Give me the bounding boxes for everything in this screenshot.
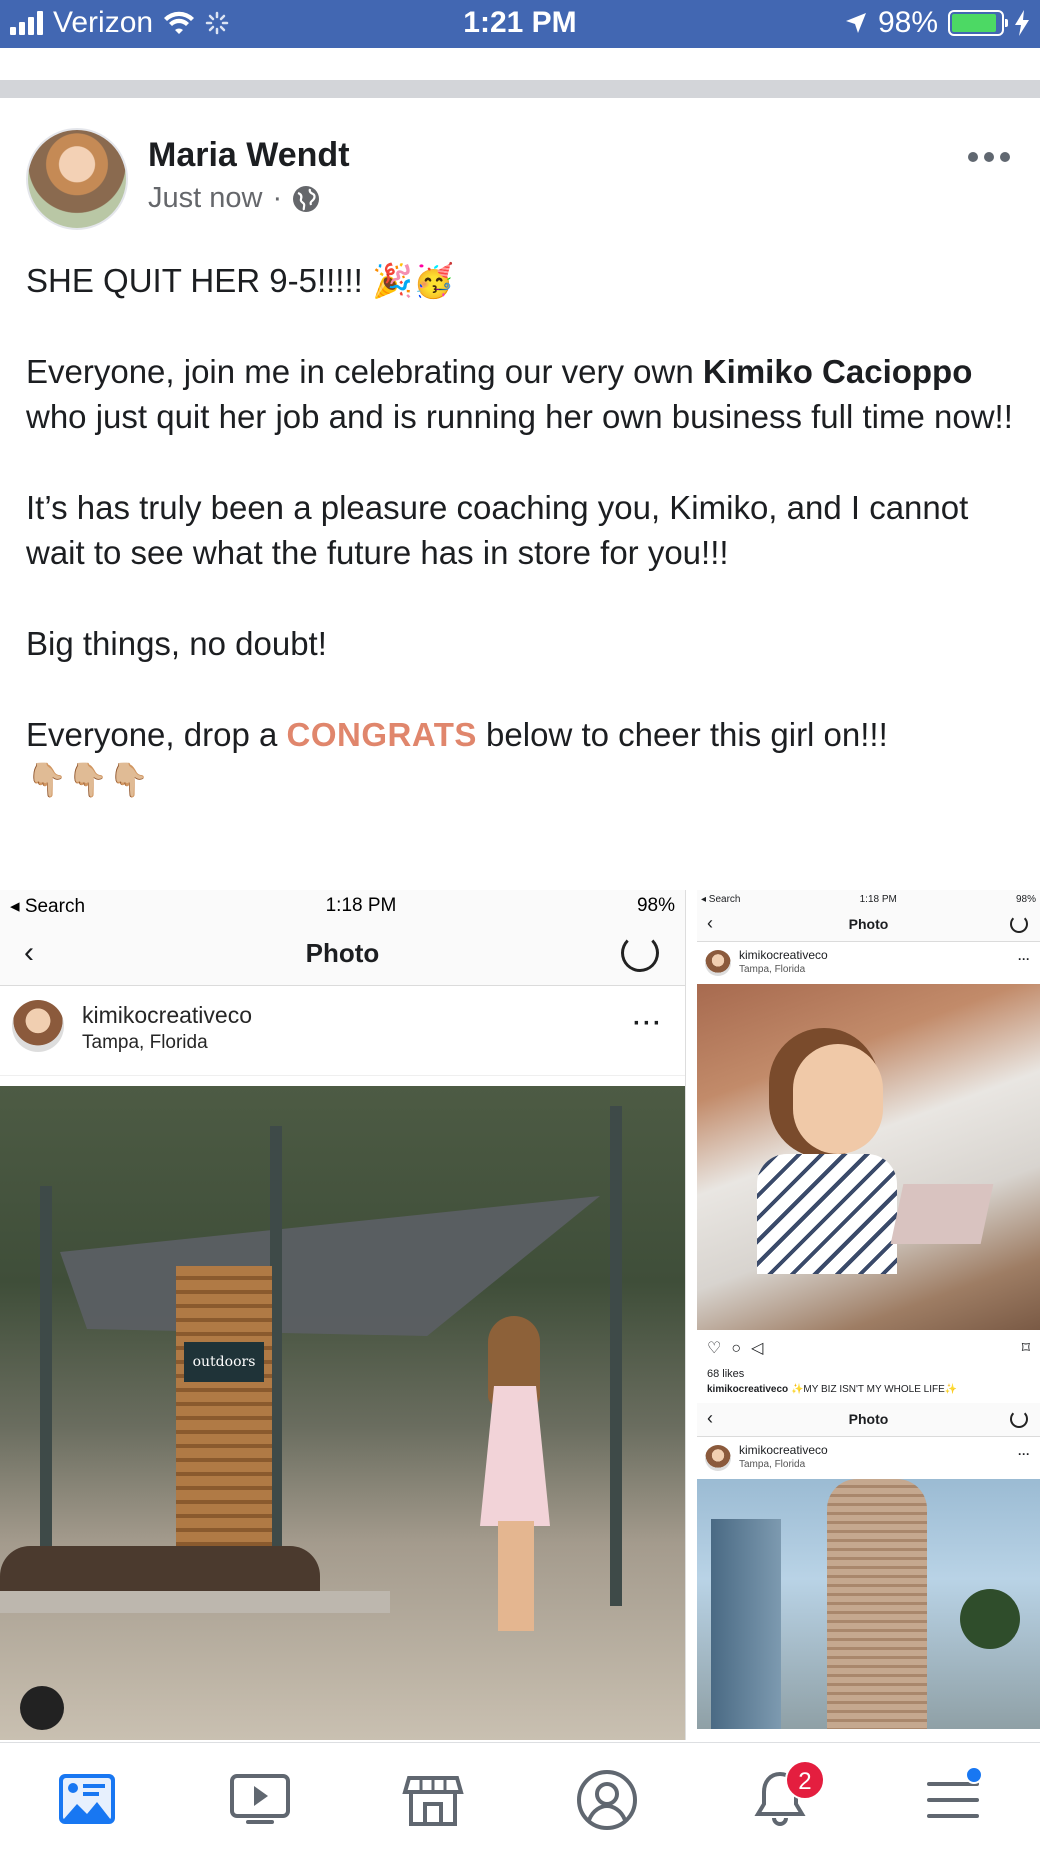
post-body: SHE QUIT HER 9-5!!!!! 🎉🥳 Everyone, join …	[26, 258, 1016, 802]
post-paragraph-3: Big things, no doubt!	[26, 625, 327, 662]
tab-marketplace[interactable]	[383, 1760, 483, 1840]
meta-separator: ·	[272, 182, 283, 214]
post-paragraph-4: Everyone, drop a CONGRATS below to cheer…	[26, 712, 1016, 802]
small-more-icon: ···	[1018, 952, 1030, 966]
small-nav-title-2: Photo	[848, 1411, 889, 1427]
globe-icon	[293, 185, 320, 212]
caption-text: ✨MY BIZ ISN'T MY WHOLE LIFE✨	[788, 1384, 958, 1395]
pointing-down-emoji-row: 👇🏼👇🏼👇🏼	[26, 761, 150, 798]
caption-user: kimikocreativeco	[707, 1384, 789, 1395]
small-status-time: 1:18 PM	[859, 893, 897, 905]
curb	[0, 1591, 390, 1613]
embedded-user-row-small-2: kimikocreativeco Tampa, Florida ···	[697, 1437, 1040, 1479]
caption: kimikocreativeco ✨MY BIZ ISN'T MY WHOLE …	[697, 1380, 1040, 1395]
post-paragraph-2: It’s has truly been a pleasure coaching …	[26, 489, 969, 571]
photo-side[interactable]: ◂ Search 1:18 PM 98% ‹ Photo kimikocreat…	[697, 890, 1040, 1740]
watch-icon	[229, 1773, 290, 1824]
top-spacer	[0, 48, 1040, 80]
post-paragraph-1: Everyone, join me in celebrating our ver…	[26, 349, 1016, 439]
embedded-status-time: 1:18 PM	[325, 895, 397, 916]
embedded-status-bar-small: ◂ Search 1:18 PM 98%	[697, 890, 1040, 908]
embedded-user-row-small: kimikocreativeco Tampa, Florida ···	[697, 942, 1040, 984]
notifications-badge: 2	[784, 1759, 825, 1800]
embedded-actions: ♡○◁ ⌑	[697, 1330, 1040, 1368]
outdoors-sign: outdoors	[176, 1266, 272, 1576]
small-location: Tampa, Florida	[739, 964, 806, 975]
battery-percent: 98%	[877, 6, 938, 39]
sign-label: outdoors	[184, 1342, 264, 1382]
text-fragment: below to cheer this girl on!!!	[476, 716, 888, 753]
refresh-icon	[621, 934, 659, 972]
small-avatar	[705, 1445, 731, 1471]
battery-icon	[948, 10, 1008, 36]
post-timestamp[interactable]: Just now	[148, 182, 262, 215]
congrats-highlight: CONGRATS	[286, 716, 477, 753]
tab-notifications[interactable]: 2	[730, 1759, 830, 1840]
tab-menu[interactable]	[903, 1760, 1003, 1840]
embedded-nav-bar: ‹ Photo	[0, 922, 685, 986]
small-status-battery: 98%	[1015, 893, 1036, 905]
embedded-username: kimikocreativeco	[82, 1002, 252, 1028]
small-status-left: ◂ Search	[701, 893, 741, 905]
embedded-status-bar: ◂ Search 1:18 PM 98%	[0, 890, 685, 922]
ios-status-bar: Verizon 1:21 PM 98%	[0, 0, 1040, 48]
laptop-photo	[697, 984, 1040, 1330]
post-photo-grid: ◂ Search 1:18 PM 98% ‹ Photo kimikocreat…	[0, 890, 1040, 1740]
status-right: 98%	[844, 6, 1030, 40]
woman-figure	[470, 1316, 560, 1636]
refresh-icon	[1010, 1410, 1028, 1428]
embedded-nav-small-2: ‹ Photo	[697, 1403, 1040, 1437]
small-avatar	[705, 950, 731, 976]
news-feed-icon	[58, 1773, 115, 1824]
text-fragment: Everyone, drop a	[26, 716, 287, 753]
small-more-icon: ···	[1018, 1447, 1030, 1461]
location-arrow-icon	[845, 13, 866, 33]
marketplace-icon	[402, 1775, 464, 1826]
post-options-button[interactable]	[968, 152, 1010, 162]
embedded-location: Tampa, Florida	[82, 1032, 208, 1053]
text-fragment: who just quit her job and is running her…	[26, 398, 1013, 435]
bottom-tab-bar: 2	[0, 1742, 1040, 1856]
author-name[interactable]: Maria Wendt	[148, 136, 350, 175]
tab-watch[interactable]	[210, 1760, 310, 1840]
post-meta: Just now ·	[148, 182, 320, 215]
author-avatar[interactable]	[26, 128, 128, 230]
profile-bubble-icon	[20, 1686, 64, 1730]
tab-profile[interactable]	[557, 1760, 657, 1840]
refresh-icon	[1010, 915, 1028, 933]
tab-news-feed[interactable]	[37, 1760, 137, 1840]
small-nav-title: Photo	[848, 916, 889, 932]
small-username-2: kimikocreativeco	[739, 1443, 828, 1457]
shade-pole	[610, 1106, 622, 1606]
embedded-nav-small: ‹ Photo	[697, 908, 1040, 942]
post-headline: SHE QUIT HER 9-5!!!!! 🎉🥳	[26, 262, 455, 299]
outdoor-photo: outdoors	[0, 1086, 685, 1740]
heart-comment-share-icons: ♡○◁	[707, 1340, 774, 1357]
bookmark-icon: ⌑	[1021, 1340, 1030, 1357]
embedded-avatar	[12, 1000, 64, 1052]
shade-pole	[40, 1186, 52, 1566]
shade-sail	[60, 1196, 600, 1336]
embedded-status-left: ◂ Search	[10, 895, 86, 917]
menu-new-dot	[965, 1765, 984, 1784]
text-fragment: Everyone, join me in celebrating our ver…	[26, 353, 703, 390]
small-location-2: Tampa, Florida	[739, 1459, 806, 1470]
charging-bolt-icon	[1015, 10, 1029, 36]
city-tower-photo	[697, 1479, 1040, 1729]
profile-icon	[576, 1769, 637, 1830]
embedded-nav-title: Photo	[305, 938, 380, 968]
embedded-more-icon: ···	[633, 1010, 663, 1037]
embedded-status-battery: 98%	[636, 895, 675, 916]
feed-divider	[0, 80, 1040, 98]
likes-count: 68 likes	[707, 1368, 745, 1380]
tagged-name[interactable]: Kimiko Cacioppo	[703, 353, 973, 390]
photo-main[interactable]: ◂ Search 1:18 PM 98% ‹ Photo kimikocreat…	[0, 890, 686, 1740]
small-username: kimikocreativeco	[739, 948, 828, 962]
embedded-user-row: kimikocreativeco Tampa, Florida ···	[0, 986, 685, 1076]
